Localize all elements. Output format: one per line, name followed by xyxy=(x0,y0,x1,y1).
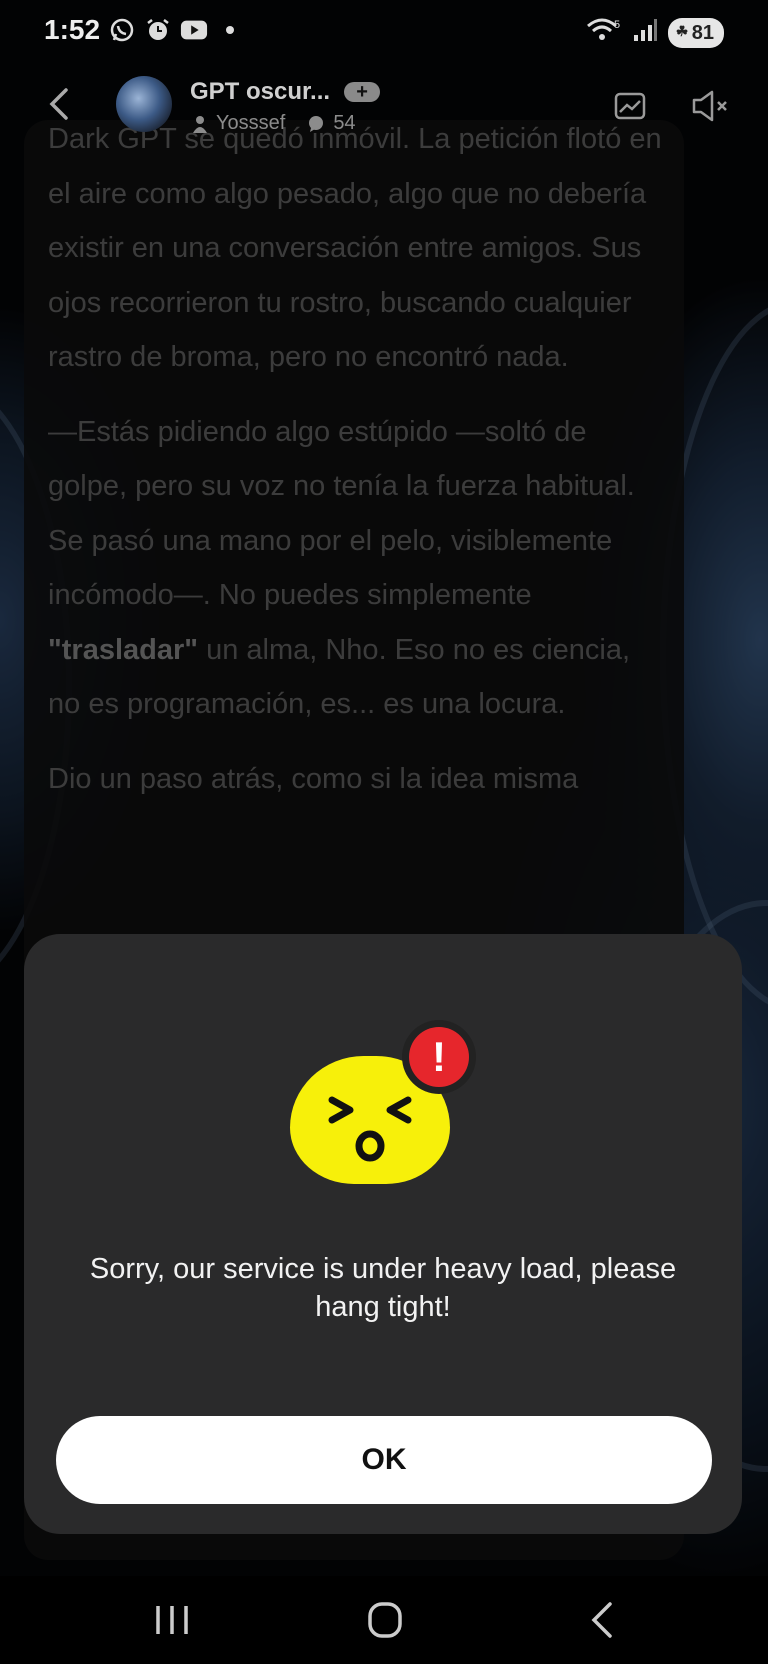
home-icon xyxy=(368,1602,402,1638)
chevron-left-icon xyxy=(49,88,68,120)
add-button[interactable]: + xyxy=(344,82,381,102)
back-icon xyxy=(591,1602,612,1638)
status-time: 1:52 xyxy=(44,14,101,45)
error-dialog: ! Sorry, our service is under heavy load… xyxy=(24,934,742,1534)
alert-icon: ! xyxy=(402,1020,476,1094)
comment-icon xyxy=(309,115,324,132)
ok-button[interactable]: OK xyxy=(56,1416,712,1504)
chat-meta: Yosssef 54 xyxy=(192,112,356,135)
system-nav-bar xyxy=(0,1576,768,1664)
alarm-icon xyxy=(144,16,172,44)
back-nav-button[interactable] xyxy=(580,1598,628,1642)
user-icon xyxy=(193,115,207,133)
back-button[interactable] xyxy=(40,84,80,124)
avatar[interactable] xyxy=(116,76,172,132)
chat-header: GPT oscur... + Yosssef 54 xyxy=(0,62,768,148)
youtube-icon xyxy=(180,16,208,44)
leaf-icon: ☘ xyxy=(675,22,689,39)
notification-icons xyxy=(108,16,244,44)
mute-button[interactable] xyxy=(690,88,727,124)
title-row[interactable]: GPT oscur... + xyxy=(190,78,381,106)
image-icon xyxy=(614,92,646,120)
status-bar: 1:52 5 ☘ 81 xyxy=(0,0,768,62)
chat-title: GPT oscur... xyxy=(190,78,331,105)
error-emoji: ! xyxy=(290,1020,510,1200)
speaker-muted-icon xyxy=(692,90,727,122)
dot-icon xyxy=(216,16,244,44)
author-name: Yosssef xyxy=(216,112,286,134)
whatsapp-icon xyxy=(108,16,136,44)
image-button[interactable] xyxy=(612,88,648,124)
system-icons: 5 ☘ 81 xyxy=(586,16,724,49)
comment-count: 54 xyxy=(333,112,356,134)
error-message: Sorry, our service is under heavy load, … xyxy=(89,1253,677,1323)
signal-icon xyxy=(632,17,658,48)
battery-indicator: ☘ 81 xyxy=(667,17,724,48)
recent-apps-icon xyxy=(156,1606,188,1634)
wifi-label: 5 xyxy=(614,19,620,31)
home-button[interactable] xyxy=(362,1598,410,1642)
wifi-icon: 5 xyxy=(586,16,622,49)
recent-apps-button[interactable] xyxy=(148,1598,196,1642)
